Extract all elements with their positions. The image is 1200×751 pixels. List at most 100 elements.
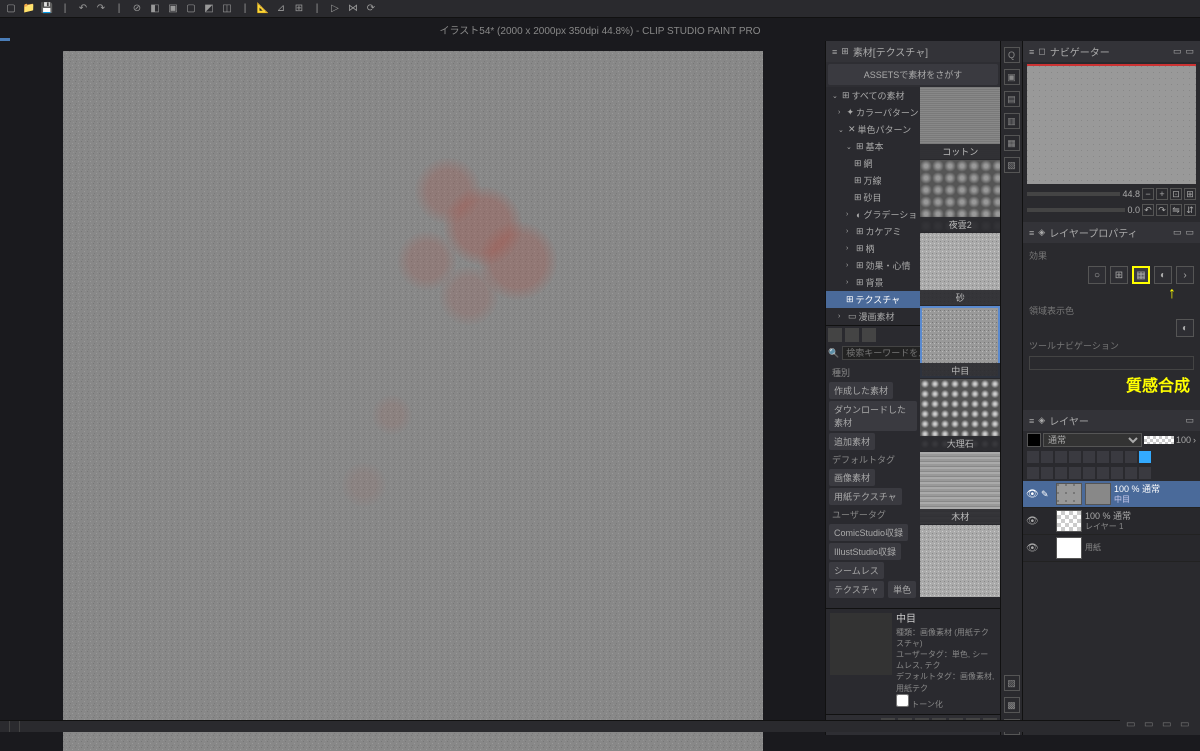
rotate-slider[interactable] bbox=[1027, 208, 1125, 212]
tree-effect[interactable]: ›⊞効果・心情 bbox=[826, 257, 920, 274]
clip-icon[interactable] bbox=[1027, 451, 1039, 463]
tag-illust[interactable]: IllustStudio収録 bbox=[829, 543, 901, 560]
select-all-icon[interactable]: ▣ bbox=[166, 2, 180, 16]
tone-effect-icon[interactable]: ⊞ bbox=[1110, 266, 1128, 284]
hamburger-icon[interactable]: ≡ bbox=[832, 47, 837, 57]
tree-net[interactable]: ⊞網 bbox=[826, 155, 920, 172]
onion-icon[interactable]: ⋈ bbox=[346, 2, 360, 16]
smartphone-icon[interactable]: ⟳ bbox=[364, 2, 378, 16]
texture-overlay-icon[interactable]: ▦ bbox=[1132, 266, 1150, 284]
invert-icon[interactable]: ◩ bbox=[202, 2, 216, 16]
zoom-out-icon[interactable]: − bbox=[1142, 188, 1154, 200]
fit-icon[interactable]: ⊡ bbox=[1170, 188, 1182, 200]
clear-icon[interactable]: ⊘ bbox=[130, 2, 144, 16]
brush-icon[interactable]: ▥ bbox=[1004, 113, 1020, 129]
tag-image[interactable]: 画像素材 bbox=[829, 469, 875, 486]
palette-icon[interactable] bbox=[1139, 451, 1151, 463]
tree-kakeami[interactable]: ›⊞カケアミ bbox=[826, 223, 920, 240]
quickaccess-icon[interactable]: Q bbox=[1004, 47, 1020, 63]
material-thumb[interactable]: 木材 bbox=[920, 452, 1000, 524]
rotate-cw-icon[interactable]: ↷ bbox=[1156, 204, 1168, 216]
tag-seamless[interactable]: シームレス bbox=[829, 562, 884, 579]
actual-icon[interactable]: ⊞ bbox=[1184, 188, 1196, 200]
material-search-input[interactable] bbox=[842, 346, 920, 360]
grid-icon[interactable]: ⊞ bbox=[292, 2, 306, 16]
delete-layer-icon[interactable] bbox=[1125, 467, 1137, 479]
layer-row[interactable]: 👁100 % 通常レイヤー 1 bbox=[1023, 508, 1200, 535]
2pane-icon[interactable] bbox=[1139, 467, 1151, 479]
merge-icon[interactable] bbox=[1069, 467, 1081, 479]
navigator-canvas[interactable] bbox=[1027, 64, 1196, 184]
nav-tab2-icon[interactable]: ▭ bbox=[1185, 46, 1194, 57]
border-icon[interactable]: ◫ bbox=[220, 2, 234, 16]
canvas[interactable] bbox=[63, 51, 763, 751]
bot-icon-3[interactable]: ▭ bbox=[1162, 719, 1176, 730]
prop-tab2-icon[interactable]: ▭ bbox=[1185, 227, 1194, 238]
deselect-icon[interactable]: ▢ bbox=[184, 2, 198, 16]
open-icon[interactable]: 📁 bbox=[22, 2, 36, 16]
material-thumb[interactable] bbox=[920, 525, 1000, 597]
save-icon[interactable]: 💾 bbox=[40, 2, 54, 16]
lock-icon[interactable] bbox=[1069, 451, 1081, 463]
bottom-scrollbar[interactable] bbox=[0, 720, 1200, 732]
transfer-icon[interactable] bbox=[1055, 467, 1067, 479]
tree-sand[interactable]: ⊞砂目 bbox=[826, 189, 920, 206]
material-thumb[interactable]: 中目 bbox=[920, 306, 1000, 378]
history-icon[interactable]: ▨ bbox=[1004, 675, 1020, 691]
opacity-chevron-icon[interactable]: › bbox=[1193, 435, 1196, 445]
blend-mode-select[interactable]: 通常 bbox=[1043, 433, 1142, 447]
opacity-slider[interactable] bbox=[1144, 436, 1174, 444]
region-color-swatch[interactable]: ◐ bbox=[1176, 319, 1194, 337]
tag-added[interactable]: 追加素材 bbox=[829, 433, 875, 450]
visibility-icon[interactable]: 👁 bbox=[1026, 489, 1038, 500]
layers-tab-icon[interactable]: ▭ bbox=[1185, 415, 1194, 426]
redo-icon[interactable]: ↷ bbox=[94, 2, 108, 16]
apply-mask-icon[interactable] bbox=[1111, 467, 1123, 479]
visibility-icon[interactable]: 👁 bbox=[1026, 543, 1038, 554]
material-thumb[interactable]: 夜雲2 bbox=[920, 160, 1000, 232]
flip-h-icon[interactable]: ⇋ bbox=[1170, 204, 1182, 216]
tag-texture[interactable]: テクスチャ bbox=[829, 581, 884, 598]
combine-icon[interactable] bbox=[1083, 467, 1095, 479]
draft-icon[interactable] bbox=[1055, 451, 1067, 463]
bot-icon-4[interactable]: ▭ bbox=[1180, 719, 1194, 730]
tag-created[interactable]: 作成した素材 bbox=[829, 382, 893, 399]
rotate-ccw-icon[interactable]: ↶ bbox=[1142, 204, 1154, 216]
bot-icon-1[interactable]: ▭ bbox=[1126, 719, 1140, 730]
undo-icon[interactable]: ↶ bbox=[76, 2, 90, 16]
new-icon[interactable]: ▢ bbox=[4, 2, 18, 16]
snap-icon[interactable]: ⊿ bbox=[274, 2, 288, 16]
zoom-slider[interactable] bbox=[1027, 192, 1120, 196]
chevron-icon[interactable]: › bbox=[1176, 266, 1194, 284]
hamburger-icon[interactable]: ≡ bbox=[1029, 47, 1034, 57]
flip-v-icon[interactable]: ⇵ bbox=[1184, 204, 1196, 216]
border-effect-icon[interactable]: ○ bbox=[1088, 266, 1106, 284]
tree-gradation[interactable]: ›◐グラデーショ bbox=[826, 206, 920, 223]
tag-icon[interactable] bbox=[862, 328, 876, 342]
tag-downloaded[interactable]: ダウンロードした素材 bbox=[829, 401, 917, 431]
layer-color-icon[interactable]: ◐ bbox=[1154, 266, 1172, 284]
tree-lines[interactable]: ⊞万線 bbox=[826, 172, 920, 189]
tree-color-pattern[interactable]: ›✦カラーパターン bbox=[826, 104, 920, 121]
material-thumb[interactable]: 砂 bbox=[920, 233, 1000, 305]
ref-icon[interactable] bbox=[1041, 451, 1053, 463]
bot-icon-2[interactable]: ▭ bbox=[1144, 719, 1158, 730]
lock-alpha-icon[interactable] bbox=[1083, 451, 1095, 463]
tree-pattern[interactable]: ›⊞柄 bbox=[826, 240, 920, 257]
visibility-icon[interactable]: 👁 bbox=[1026, 516, 1038, 527]
tree-texture[interactable]: ⊞テクスチャ bbox=[826, 291, 920, 308]
subtool-icon[interactable]: ▣ bbox=[1004, 69, 1020, 85]
new-folder-icon[interactable] bbox=[1041, 467, 1053, 479]
folder-del-icon[interactable] bbox=[845, 328, 859, 342]
tree-manga[interactable]: ›▭漫画素材 bbox=[826, 308, 920, 325]
assets-search-button[interactable]: ASSETSで素材をさがす bbox=[828, 64, 998, 85]
new-layer-icon[interactable] bbox=[1027, 467, 1039, 479]
tree-all-materials[interactable]: ⌄⊞すべての素材 bbox=[826, 87, 920, 104]
ruler-icon[interactable]: 📐 bbox=[256, 2, 270, 16]
mask-add-icon[interactable] bbox=[1097, 467, 1109, 479]
layer-row[interactable]: 👁✎100 % 通常中目 bbox=[1023, 481, 1200, 508]
hamburger-icon[interactable]: ≡ bbox=[1029, 228, 1034, 238]
color-swatch[interactable] bbox=[1027, 433, 1041, 447]
zoom-in-icon[interactable]: + bbox=[1156, 188, 1168, 200]
color-label-icon[interactable] bbox=[1125, 451, 1137, 463]
